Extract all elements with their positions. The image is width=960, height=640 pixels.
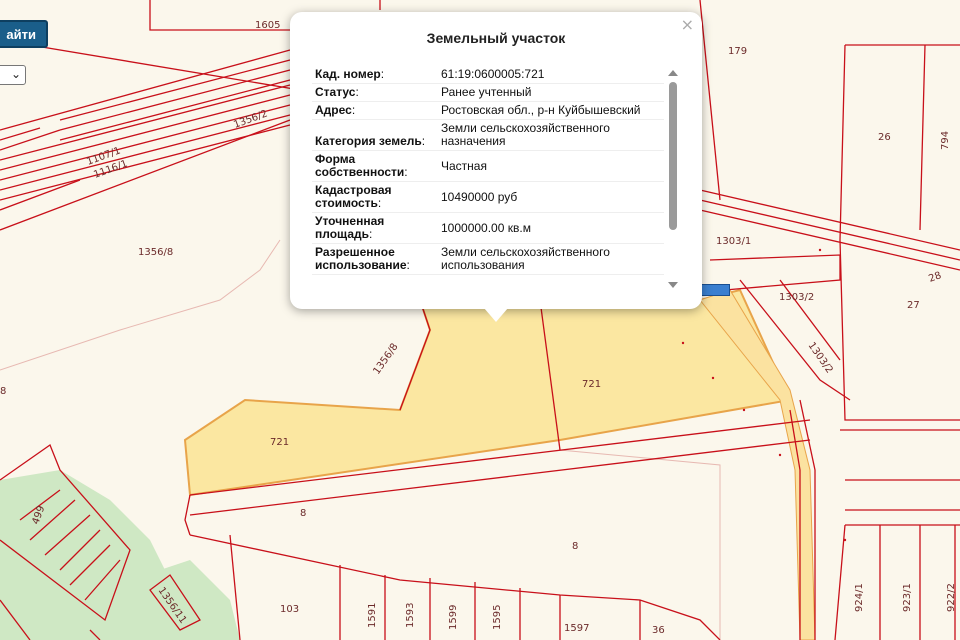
parcel-label: 794 [940,131,951,150]
info-key-text: Разрешенное использование [315,245,407,272]
info-value: 61:19:0600005:721 [438,66,664,84]
info-key-text: Статус [315,85,356,99]
parcel-label: 1591 [367,603,378,628]
parcel-label: 1595 [492,605,503,630]
scrollbar[interactable] [668,70,678,288]
info-row: Адрес: Ростовская обл., р-н Куйбышевский [312,101,664,120]
parcel-label: 1356/8 [138,247,173,258]
layer-select[interactable]: ⌄ [0,65,26,85]
info-key: Разрешенное использование: [312,243,438,275]
info-key: Адрес: [312,101,438,120]
info-value: 10490000 руб [438,181,664,213]
parcel-label: 179 [728,46,747,57]
parcel-label: 1597 [564,623,589,634]
info-row: Разрешенное использование: Земли сельскох… [312,243,664,275]
find-button[interactable]: айти [0,20,48,48]
info-key-text: Уточненная площадь [315,214,385,241]
parcel-label: 27 [907,300,920,311]
parcel-label: 8 [572,541,578,552]
info-key: Уточненная площадь: [312,212,438,244]
chevron-down-icon: ⌄ [10,67,21,81]
map-marker[interactable] [700,284,730,296]
parcel-label: 1599 [448,605,459,630]
parcel-label: 8 [300,508,306,519]
info-row: Форма собственности: Частная [312,150,664,182]
scroll-thumb[interactable] [669,82,677,230]
parcel-label: 36 [652,625,665,636]
info-key-text: Категория земель [315,134,422,148]
info-row: Уточненная площадь: 1000000.00 кв.м [312,212,664,244]
parcel-info-popup: × Земельный участок Кад. номер: 61:19:060… [290,12,702,309]
info-key: Кадастровая стоимость: [312,181,438,213]
info-table-container[interactable]: Кад. номер: 61:19:0600005:721 Статус: Ранее… [312,66,664,288]
parcel-label: 721 [582,379,601,390]
popup-pointer [484,308,508,322]
info-row: Статус: Ранее учтенный [312,83,664,102]
info-value: Ранее учтенный [438,83,664,102]
info-row: Категория земель: Земли сельскохозяйствен… [312,119,664,151]
info-value: Частная [438,150,664,182]
info-row: Кадастровая стоимость: 10490000 руб [312,181,664,213]
info-key-text: Адрес [315,103,352,117]
parcel-label: 1605 [255,20,280,31]
info-value: Ростовская обл., р-н Куйбышевский [438,101,664,120]
info-key: Кад. номер: [312,66,438,84]
parcel-label: 923/1 [902,583,913,612]
info-row: Кад. номер: 61:19:0600005:721 [312,66,664,84]
parcel-label: 8 [0,386,6,397]
parcel-label: 924/1 [854,583,865,612]
info-table: Кад. номер: 61:19:0600005:721 Статус: Ранее… [312,66,664,275]
info-key: Форма собственности: [312,150,438,182]
parcel-label: 1593 [405,603,416,628]
info-value: 1000000.00 кв.м [438,212,664,244]
info-value: Земли сельскохозяйственного назначения [438,119,664,151]
parcel-label: 1303/1 [716,236,751,247]
parcel-label: 1303/2 [779,292,814,303]
scroll-down-icon[interactable] [668,282,678,288]
info-value: Земли сельскохозяйственного использовани… [438,243,664,275]
info-key: Категория земель: [312,119,438,151]
info-key: Статус: [312,83,438,102]
parcel-label: 103 [280,604,299,615]
parcel-label: 26 [878,132,891,143]
info-key-text: Форма собственности [315,152,405,179]
info-key-text: Кад. номер [315,67,381,81]
scroll-up-icon[interactable] [668,70,678,76]
parcel-label: 721 [270,437,289,448]
popup-title: Земельный участок [426,30,566,46]
parcel-label: 922/2 [946,583,957,612]
